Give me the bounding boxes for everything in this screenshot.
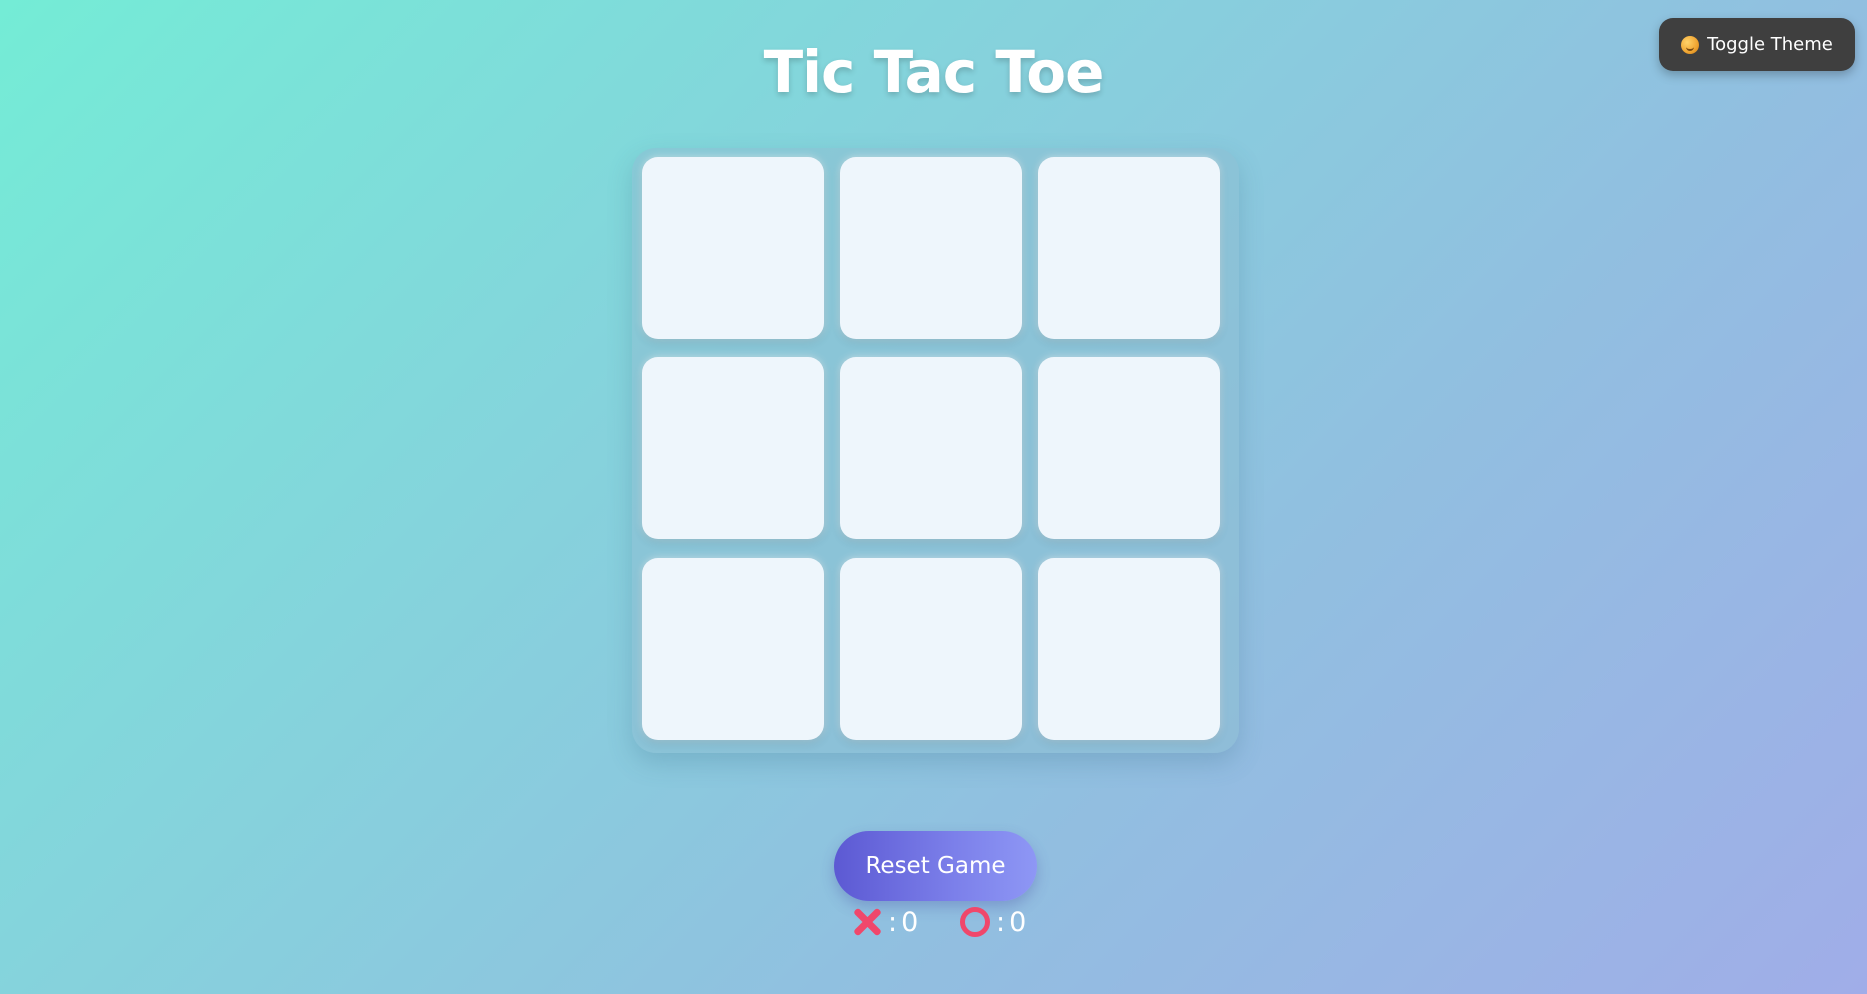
score-o-value: 0 <box>1009 906 1027 938</box>
board-cell-6[interactable] <box>1038 357 1220 539</box>
board-cell-3[interactable] <box>1038 157 1220 339</box>
board-cell-1[interactable] <box>642 157 824 339</box>
game-board <box>632 148 1239 753</box>
score-o-separator: : <box>996 906 1006 938</box>
board-cell-5[interactable] <box>840 357 1022 539</box>
board-cell-7[interactable] <box>642 558 824 740</box>
board-cell-4[interactable] <box>642 357 824 539</box>
page-title: Tic Tac Toe <box>763 38 1105 106</box>
score-o: : 0 <box>960 905 1026 939</box>
score-x-separator: : <box>888 906 898 938</box>
score-x: : 0 <box>852 905 918 939</box>
o-circle-icon <box>960 907 990 937</box>
reset-game-button[interactable]: Reset Game <box>834 831 1037 901</box>
x-mark-icon <box>852 907 882 937</box>
board-cell-2[interactable] <box>840 157 1022 339</box>
board-cell-9[interactable] <box>1038 558 1220 740</box>
score-x-value: 0 <box>901 906 919 938</box>
board-cell-8[interactable] <box>840 558 1022 740</box>
